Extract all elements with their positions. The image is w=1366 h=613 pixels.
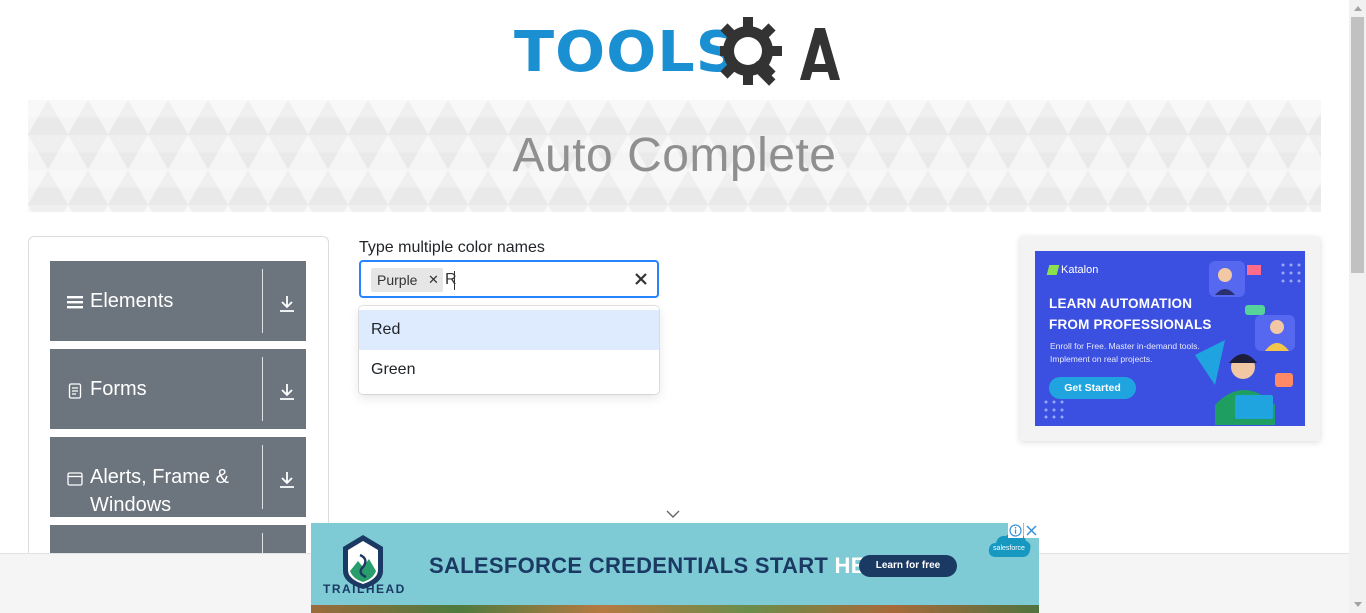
divider: [262, 269, 263, 333]
toolsqa-logo[interactable]: TOOLS: [514, 14, 840, 92]
page-title: Auto Complete: [512, 129, 837, 182]
scroll-up-arrow-icon[interactable]: [1349, 0, 1366, 17]
download-arrow-icon[interactable]: [278, 383, 296, 401]
scroll-down-arrow-icon[interactable]: [1349, 596, 1366, 613]
ad-info-icon[interactable]: [1008, 523, 1023, 538]
gear-qa-logo-icon: [720, 17, 840, 86]
dots-decoration-icon: [1044, 400, 1064, 419]
katalon-ad-card[interactable]: Katalon LEARN AUTOMATION FROM PROFESSION…: [1035, 251, 1305, 426]
page-scrollbar[interactable]: [1349, 0, 1366, 613]
multi-color-input[interactable]: Purple ✕ R: [359, 260, 659, 298]
katalon-logo-icon: [1046, 265, 1060, 275]
sidebar-group-label-line1: Alerts, Frame &: [90, 466, 229, 488]
bottom-ad-headline: SALESFORCE CREDENTIALS START HERE.: [429, 553, 903, 579]
bottom-ad-headline-text: SALESFORCE CREDENTIALS START: [429, 553, 829, 578]
ad-brand: Katalon: [1046, 264, 1099, 276]
page: TOOLS Auto Complete Elements Forms Alert…: [0, 0, 1366, 613]
sidebar-group-alerts-frame-windows[interactable]: Alerts, Frame & Windows: [50, 437, 306, 517]
sidebar-group-label-line2: Windows: [90, 494, 172, 516]
download-arrow-icon[interactable]: [278, 295, 296, 313]
salesforce-label: salesforce: [993, 545, 1025, 552]
ad-headline-line1: LEARN AUTOMATION: [1049, 296, 1193, 311]
autocomplete-option-green[interactable]: Green: [359, 350, 659, 390]
sidebar-group-elements[interactable]: Elements: [50, 261, 306, 341]
text-caret: [454, 271, 455, 290]
ad-subtext: Enroll for Free. Master in-demand tools.…: [1050, 341, 1200, 364]
get-started-button[interactable]: Get Started: [1049, 377, 1136, 399]
autocomplete-menu: Red Green: [359, 306, 659, 394]
sidebar-group-label: Elements: [90, 290, 174, 312]
scrollbar-thumb[interactable]: [1351, 17, 1364, 273]
hamburger-icon: [67, 296, 83, 309]
trailhead-label: TRAILHEAD: [323, 582, 406, 596]
page-banner: Auto Complete: [28, 100, 1321, 212]
multi-color-label: Type multiple color names: [359, 239, 545, 256]
ad-close-icon[interactable]: [1024, 523, 1039, 538]
divider: [262, 445, 263, 509]
ad-headline: LEARN AUTOMATION FROM PROFESSIONALS: [1049, 293, 1212, 335]
window-icon: [67, 472, 83, 486]
chevron-down-icon[interactable]: [666, 509, 680, 519]
bottom-advertisement[interactable]: TRAILHEAD SALESFORCE CREDENTIALS START H…: [311, 523, 1039, 613]
logo-text: TOOLS: [514, 20, 740, 85]
chip-remove-icon[interactable]: ✕: [423, 268, 443, 292]
document-icon: [68, 383, 82, 399]
ad-headline-line2: FROM PROFESSIONALS: [1049, 317, 1212, 332]
ad-illustration-icon: [1195, 261, 1301, 425]
chip-label: Purple: [377, 272, 418, 288]
clear-all-icon[interactable]: [631, 269, 651, 289]
selected-chip: Purple ✕: [371, 268, 444, 292]
sidebar-group-forms[interactable]: Forms: [50, 349, 306, 429]
learn-for-free-button[interactable]: Learn for free: [859, 555, 957, 577]
ad-brand-label: Katalon: [1061, 264, 1099, 276]
sidebar-group-label: Forms: [90, 378, 147, 400]
ad-decorative-art: [311, 605, 1039, 613]
side-advertisement[interactable]: Katalon LEARN AUTOMATION FROM PROFESSION…: [1020, 237, 1320, 441]
autocomplete-option-red[interactable]: Red: [359, 310, 659, 350]
download-arrow-icon[interactable]: [278, 471, 296, 489]
divider: [262, 357, 263, 421]
